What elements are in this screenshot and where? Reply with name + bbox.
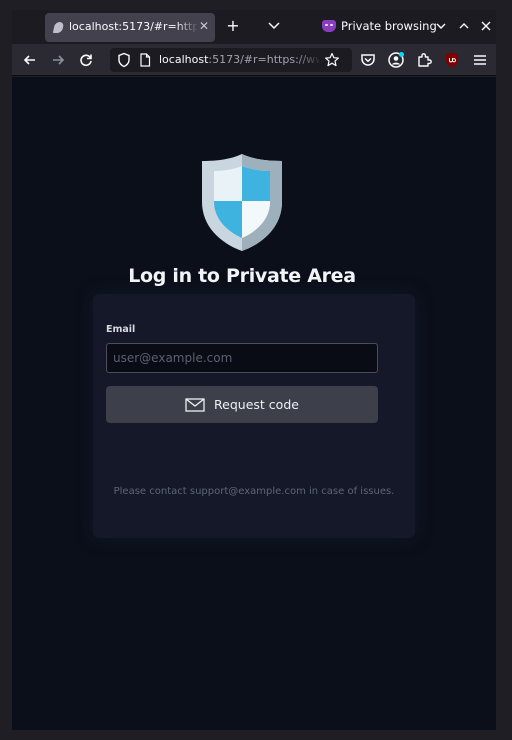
extensions-puzzle-icon[interactable]: [414, 50, 434, 70]
back-arrow-icon[interactable]: [20, 50, 40, 70]
browser-tab[interactable]: localhost:5173/#r=https://www.example.co…: [45, 13, 215, 42]
forward-arrow-icon[interactable]: [48, 50, 68, 70]
email-label: Email: [106, 324, 136, 335]
shield-icon: [202, 154, 282, 251]
page-info-icon[interactable]: [139, 53, 151, 67]
tab-strip: localhost:5173/#r=https://www.example.co…: [12, 10, 496, 44]
tracking-protection-shield-icon[interactable]: [117, 52, 131, 68]
minimize-chevron-icon[interactable]: [432, 17, 450, 35]
pocket-icon[interactable]: [358, 50, 378, 70]
request-code-label: Request code: [214, 397, 299, 412]
ublock-origin-icon[interactable]: [442, 50, 462, 70]
bookmark-star-icon[interactable]: [324, 52, 340, 68]
request-code-button[interactable]: Request code: [106, 386, 378, 423]
list-tabs-chevron-icon[interactable]: [265, 16, 283, 34]
reload-icon[interactable]: [76, 50, 96, 70]
navigation-toolbar: localhost:5173/#r=https://www.example.co…: [12, 44, 496, 76]
tab-title-fade: [175, 17, 199, 37]
maximize-chevron-icon[interactable]: [455, 17, 473, 35]
address-bar[interactable]: localhost:5173/#r=https://www.example.co…: [110, 48, 352, 72]
window-close-icon[interactable]: [477, 17, 495, 35]
page-favicon-icon: [52, 22, 65, 33]
tab-close-icon[interactable]: ✕: [197, 19, 211, 33]
private-mask-icon: [322, 20, 336, 32]
private-browsing-indicator: Private browsing: [322, 19, 437, 33]
account-icon[interactable]: [386, 50, 406, 70]
browser-window: localhost:5173/#r=https://www.example.co…: [0, 0, 512, 740]
url-host: localhost: [159, 53, 209, 66]
support-note: Please contact support@example.com in ca…: [113, 486, 395, 497]
private-browsing-label: Private browsing: [341, 19, 437, 33]
page-title: Log in to Private Area: [128, 265, 356, 287]
email-field[interactable]: [106, 343, 378, 373]
url-text: localhost:5173/#r=https://www.example.co…: [159, 53, 319, 66]
new-tab-button[interactable]: +: [224, 17, 242, 35]
menu-hamburger-icon[interactable]: [470, 50, 490, 70]
url-fade: [296, 50, 322, 70]
envelope-icon: [185, 397, 205, 412]
